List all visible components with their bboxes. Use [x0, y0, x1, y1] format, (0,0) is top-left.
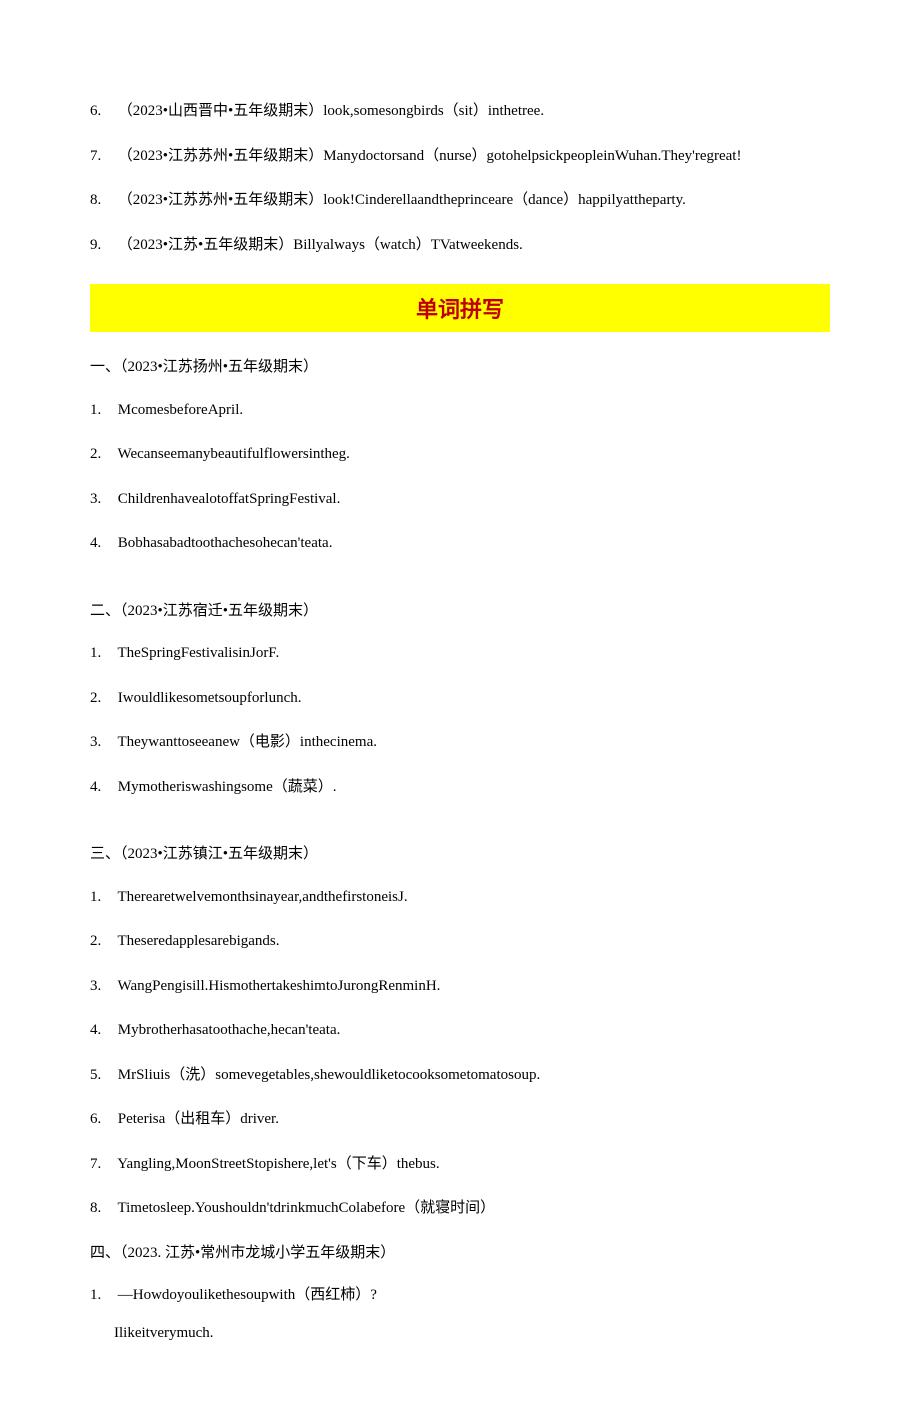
- list-item: 1. McomesbeforeApril.: [90, 399, 830, 422]
- item-text: MrSliuis（洗）somevegetables,shewouldliketo…: [118, 1067, 540, 1083]
- item-number: 6.: [90, 100, 114, 123]
- item-text: Theywanttoseeanew（电影）inthecinema.: [117, 734, 377, 750]
- item-text: Timetosleep.Youshouldn'tdrinkmuchColabef…: [117, 1200, 495, 1216]
- item-number: 2.: [90, 930, 114, 953]
- list-item: 4. Mybrotherhasatoothache,hecan'teata.: [90, 1019, 830, 1042]
- item-number: 5.: [90, 1064, 114, 1087]
- item-text: （2023•江苏苏州•五年级期末）look!Cinderellaandthepr…: [118, 192, 686, 208]
- item-number: 1.: [90, 886, 114, 909]
- item-text: McomesbeforeApril.: [118, 402, 243, 418]
- item-text: Bobhasabadtoothachesohecan'teata.: [118, 535, 333, 551]
- item-number: 7.: [90, 1153, 114, 1176]
- item-text: （2023•山西晋中•五年级期末）look,somesongbirds（sit）…: [118, 103, 544, 119]
- item-text: Mymotheriswashingsome（蔬菜）.: [118, 779, 337, 795]
- item-number: 4.: [90, 532, 114, 555]
- list-item: 3. Theywanttoseeanew（电影）inthecinema.: [90, 731, 830, 754]
- item-text: （2023•江苏苏州•五年级期末）Manydoctorsand（nurse）go…: [118, 148, 742, 164]
- item-number: 1.: [90, 642, 114, 665]
- list-item: 2. Iwouldlikesometsoupforlunch.: [90, 687, 830, 710]
- item-number: 4.: [90, 1019, 114, 1042]
- item-text: Theseredapplesarebigands.: [117, 933, 279, 949]
- item-number: 3.: [90, 731, 114, 754]
- item-number: 7.: [90, 145, 114, 168]
- item-number: 8.: [90, 1197, 114, 1220]
- item-answer: Ilikeitverymuch.: [114, 1325, 830, 1342]
- item-number: 1.: [90, 399, 114, 422]
- list-item: 6. Peterisa（出租车）driver.: [90, 1108, 830, 1131]
- group-title: 一、（2023•江苏扬州•五年级期末）: [90, 356, 830, 379]
- item-text: ChildrenhavealotoffatSpringFestival.: [118, 491, 341, 507]
- item-text: Mybrotherhasatoothache,hecan'teata.: [118, 1022, 341, 1038]
- list-item: 2. Theseredapplesarebigands.: [90, 930, 830, 953]
- group-title: 三、（2023•江苏镇江•五年级期末）: [90, 843, 830, 866]
- item-number: 6.: [90, 1108, 114, 1131]
- list-item: 5. MrSliuis（洗）somevegetables,shewouldlik…: [90, 1064, 830, 1087]
- list-item: 9. （2023•江苏•五年级期末）Billyalways（watch）TVat…: [90, 234, 830, 257]
- item-number: 3.: [90, 488, 114, 511]
- item-number: 8.: [90, 189, 114, 212]
- list-item: 4. Mymotheriswashingsome（蔬菜）.: [90, 776, 830, 799]
- item-text: （2023•江苏•五年级期末）Billyalways（watch）TVatwee…: [118, 237, 523, 253]
- page-container: 6. （2023•山西晋中•五年级期末）look,somesongbirds（s…: [0, 0, 920, 1422]
- list-item: 7. Yangling,MoonStreetStopishere,let's（下…: [90, 1153, 830, 1176]
- item-text: Wecanseemanybeautifulflowersintheg.: [117, 446, 349, 462]
- item-number: 3.: [90, 975, 114, 998]
- list-item: 3. WangPengisill.HismothertakeshimtoJuro…: [90, 975, 830, 998]
- list-item: 6. （2023•山西晋中•五年级期末）look,somesongbirds（s…: [90, 100, 830, 123]
- list-item: 7. （2023•江苏苏州•五年级期末）Manydoctorsand（nurse…: [90, 145, 830, 168]
- item-text: WangPengisill.HismothertakeshimtoJurongR…: [117, 978, 440, 994]
- item-number: 9.: [90, 234, 114, 257]
- item-text: Yangling,MoonStreetStopishere,let's（下车）t…: [117, 1156, 439, 1172]
- list-item: 8. （2023•江苏苏州•五年级期末）look!Cinderellaandth…: [90, 189, 830, 212]
- question-group: 二、（2023•江苏宿迁•五年级期末） 1. TheSpringFestival…: [90, 600, 830, 799]
- question-group: 四、（2023. 江苏•常州市龙城小学五年级期末） 1. —Howdoyouli…: [90, 1242, 830, 1342]
- group-title: 二、（2023•江苏宿迁•五年级期末）: [90, 600, 830, 623]
- item-text: TheSpringFestivalisinJorF.: [117, 645, 279, 661]
- group-title: 四、（2023. 江苏•常州市龙城小学五年级期末）: [90, 1242, 830, 1265]
- list-item: 2. Wecanseemanybeautifulflowersintheg.: [90, 443, 830, 466]
- section-banner: 单词拼写: [90, 284, 830, 332]
- list-item: 1. Therearetwelvemonthsinayear,andthefir…: [90, 886, 830, 909]
- question-group: 一、（2023•江苏扬州•五年级期末） 1. McomesbeforeApril…: [90, 356, 830, 555]
- list-item: 3. ChildrenhavealotoffatSpringFestival.: [90, 488, 830, 511]
- list-item: 1. TheSpringFestivalisinJorF.: [90, 642, 830, 665]
- item-number: 4.: [90, 776, 114, 799]
- list-item: 4. Bobhasabadtoothachesohecan'teata.: [90, 532, 830, 555]
- item-number: 1.: [90, 1284, 114, 1307]
- item-text: Iwouldlikesometsoupforlunch.: [118, 690, 302, 706]
- question-group: 三、（2023•江苏镇江•五年级期末） 1. Therearetwelvemon…: [90, 843, 830, 1220]
- list-item: 8. Timetosleep.Youshouldn'tdrinkmuchCola…: [90, 1197, 830, 1220]
- item-number: 2.: [90, 443, 114, 466]
- item-number: 2.: [90, 687, 114, 710]
- item-text: Peterisa（出租车）driver.: [118, 1111, 279, 1127]
- list-item: 1. —Howdoyoulikethesoupwith（西红柿）?: [90, 1284, 830, 1307]
- item-text: Therearetwelvemonthsinayear,andthefirsto…: [117, 889, 407, 905]
- top-items: 6. （2023•山西晋中•五年级期末）look,somesongbirds（s…: [90, 100, 830, 256]
